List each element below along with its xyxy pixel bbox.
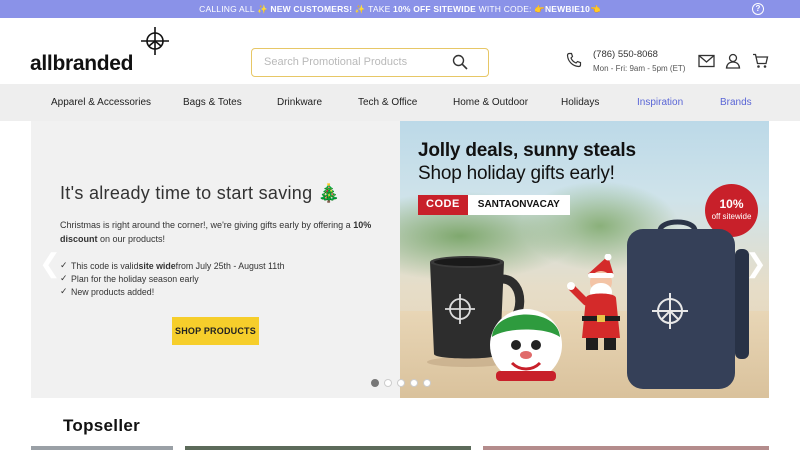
carousel-dot-5[interactable] (423, 379, 431, 387)
carousel-dot-3[interactable] (397, 379, 405, 387)
category-nav: Apparel & Accessories Bags & Totes Drink… (0, 84, 800, 121)
logo[interactable]: allbranded (30, 26, 180, 76)
nav-item-tech[interactable]: Tech & Office (358, 97, 417, 108)
nav-item-brands[interactable]: Brands (720, 97, 752, 108)
nav-item-home-outdoor[interactable]: Home & Outdoor (453, 97, 528, 108)
product-tile[interactable] (31, 446, 173, 450)
carousel-next-arrow[interactable]: ❯ (745, 248, 767, 279)
banner-title: Jolly deals, sunny steals (418, 140, 636, 161)
code-label: CODE (418, 195, 468, 215)
cart-icon[interactable] (752, 53, 769, 69)
logo-text: allbranded (30, 52, 134, 75)
carousel-dot-4[interactable] (410, 379, 418, 387)
carousel-prev-arrow[interactable]: ❮ (39, 248, 61, 279)
nav-item-holidays[interactable]: Holidays (561, 97, 599, 108)
check-icon: ✓ (60, 260, 68, 270)
search-icon[interactable] (452, 54, 468, 70)
list-item: ✓ New products added! (60, 286, 155, 297)
account-icon[interactable] (725, 53, 741, 69)
nav-item-apparel[interactable]: Apparel & Accessories (51, 97, 151, 108)
check-icon: ✓ (60, 273, 68, 283)
carousel-dot-1[interactable] (371, 379, 379, 387)
search-input[interactable] (264, 49, 454, 75)
list-item: ✓ This code is valid site wide from July … (60, 260, 285, 271)
hero-text-panel: It's already time to start saving 🎄 Chri… (31, 121, 400, 398)
nav-item-bags[interactable]: Bags & Totes (183, 97, 242, 108)
promo-bar: CALLING ALL ✨ NEW CUSTOMERS! ✨ TAKE 10% … (0, 0, 800, 18)
shop-products-button[interactable]: SHOP PRODUCTS (172, 317, 259, 345)
hero-carousel: It's already time to start saving 🎄 Chri… (31, 121, 769, 398)
promo-text: CALLING ALL ✨ NEW CUSTOMERS! ✨ TAKE 10% … (199, 3, 601, 14)
phone-number[interactable]: (786) 550-8068 (593, 49, 658, 60)
phone-icon[interactable] (566, 52, 582, 68)
carousel-dots (371, 379, 431, 387)
mail-icon[interactable] (698, 54, 715, 68)
carousel-dot-2[interactable] (384, 379, 392, 387)
hero-intro: Christmas is right around the corner!, w… (60, 220, 372, 244)
list-item: ✓ Plan for the holiday season early (60, 273, 199, 284)
nav-item-inspiration[interactable]: Inspiration (637, 97, 683, 108)
hero-bullets: ✓ This code is valid site wide from July … (60, 259, 285, 298)
crosshair-logo-icon (141, 27, 169, 55)
code-value: SANTAONVACAY (467, 195, 570, 215)
help-icon[interactable]: ? (752, 3, 764, 15)
business-hours: Mon - Fri: 9am - 5pm (ET) (593, 64, 686, 73)
hero-headline: It's already time to start saving 🎄 (60, 183, 341, 203)
promo-code-box: CODE SANTAONVACAY (418, 195, 570, 215)
nav-item-drinkware[interactable]: Drinkware (277, 97, 322, 108)
product-tile[interactable] (185, 446, 471, 450)
product-tile[interactable] (483, 446, 769, 450)
hero-banner-image[interactable]: Jolly deals, sunny steals Shop holiday g… (400, 121, 769, 398)
elf-stress-ball (490, 309, 562, 381)
santa-figurine (567, 254, 620, 350)
check-icon: ✓ (60, 286, 68, 296)
section-title: Topseller (63, 416, 141, 435)
banner-subtitle: Shop holiday gifts early! (418, 163, 615, 184)
header: allbranded (0, 18, 800, 84)
search-box (251, 48, 489, 77)
backpack-illustration (627, 219, 749, 389)
